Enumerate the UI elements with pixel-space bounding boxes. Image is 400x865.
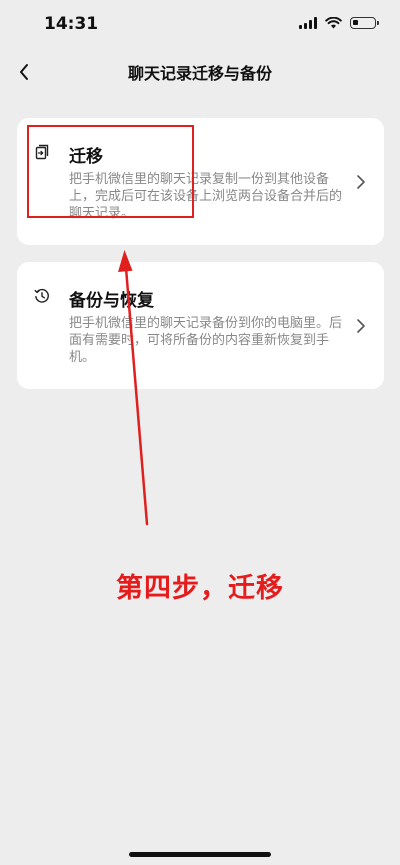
chevron-right-icon <box>357 175 365 189</box>
annotation-step-label: 第四步，迁移 <box>116 573 284 604</box>
home-indicator <box>129 852 271 857</box>
backup-restore-title: 备份与恢复 <box>69 291 154 311</box>
wifi-icon <box>325 17 342 29</box>
cellular-signal-icon <box>299 17 317 29</box>
nav-bar: 聊天记录迁移与备份 <box>0 50 400 94</box>
status-bar: 14:31 <box>0 0 400 50</box>
status-icons <box>299 17 379 29</box>
backup-restore-option-card[interactable]: 备份与恢复 把手机微信里的聊天记录备份到你的电脑里。后面有需要时，可将所备份的内… <box>17 262 384 389</box>
page-title: 聊天记录迁移与备份 <box>127 64 272 83</box>
status-time: 14:31 <box>44 14 99 34</box>
battery-fill <box>353 20 358 25</box>
battery-icon <box>350 17 379 29</box>
annotation-highlight-box <box>27 125 194 218</box>
chevron-right-icon <box>357 319 365 333</box>
history-icon <box>34 288 49 303</box>
backup-restore-description: 把手机微信里的聊天记录备份到你的电脑里。后面有需要时，可将所备份的内容重新恢复到… <box>69 316 343 365</box>
